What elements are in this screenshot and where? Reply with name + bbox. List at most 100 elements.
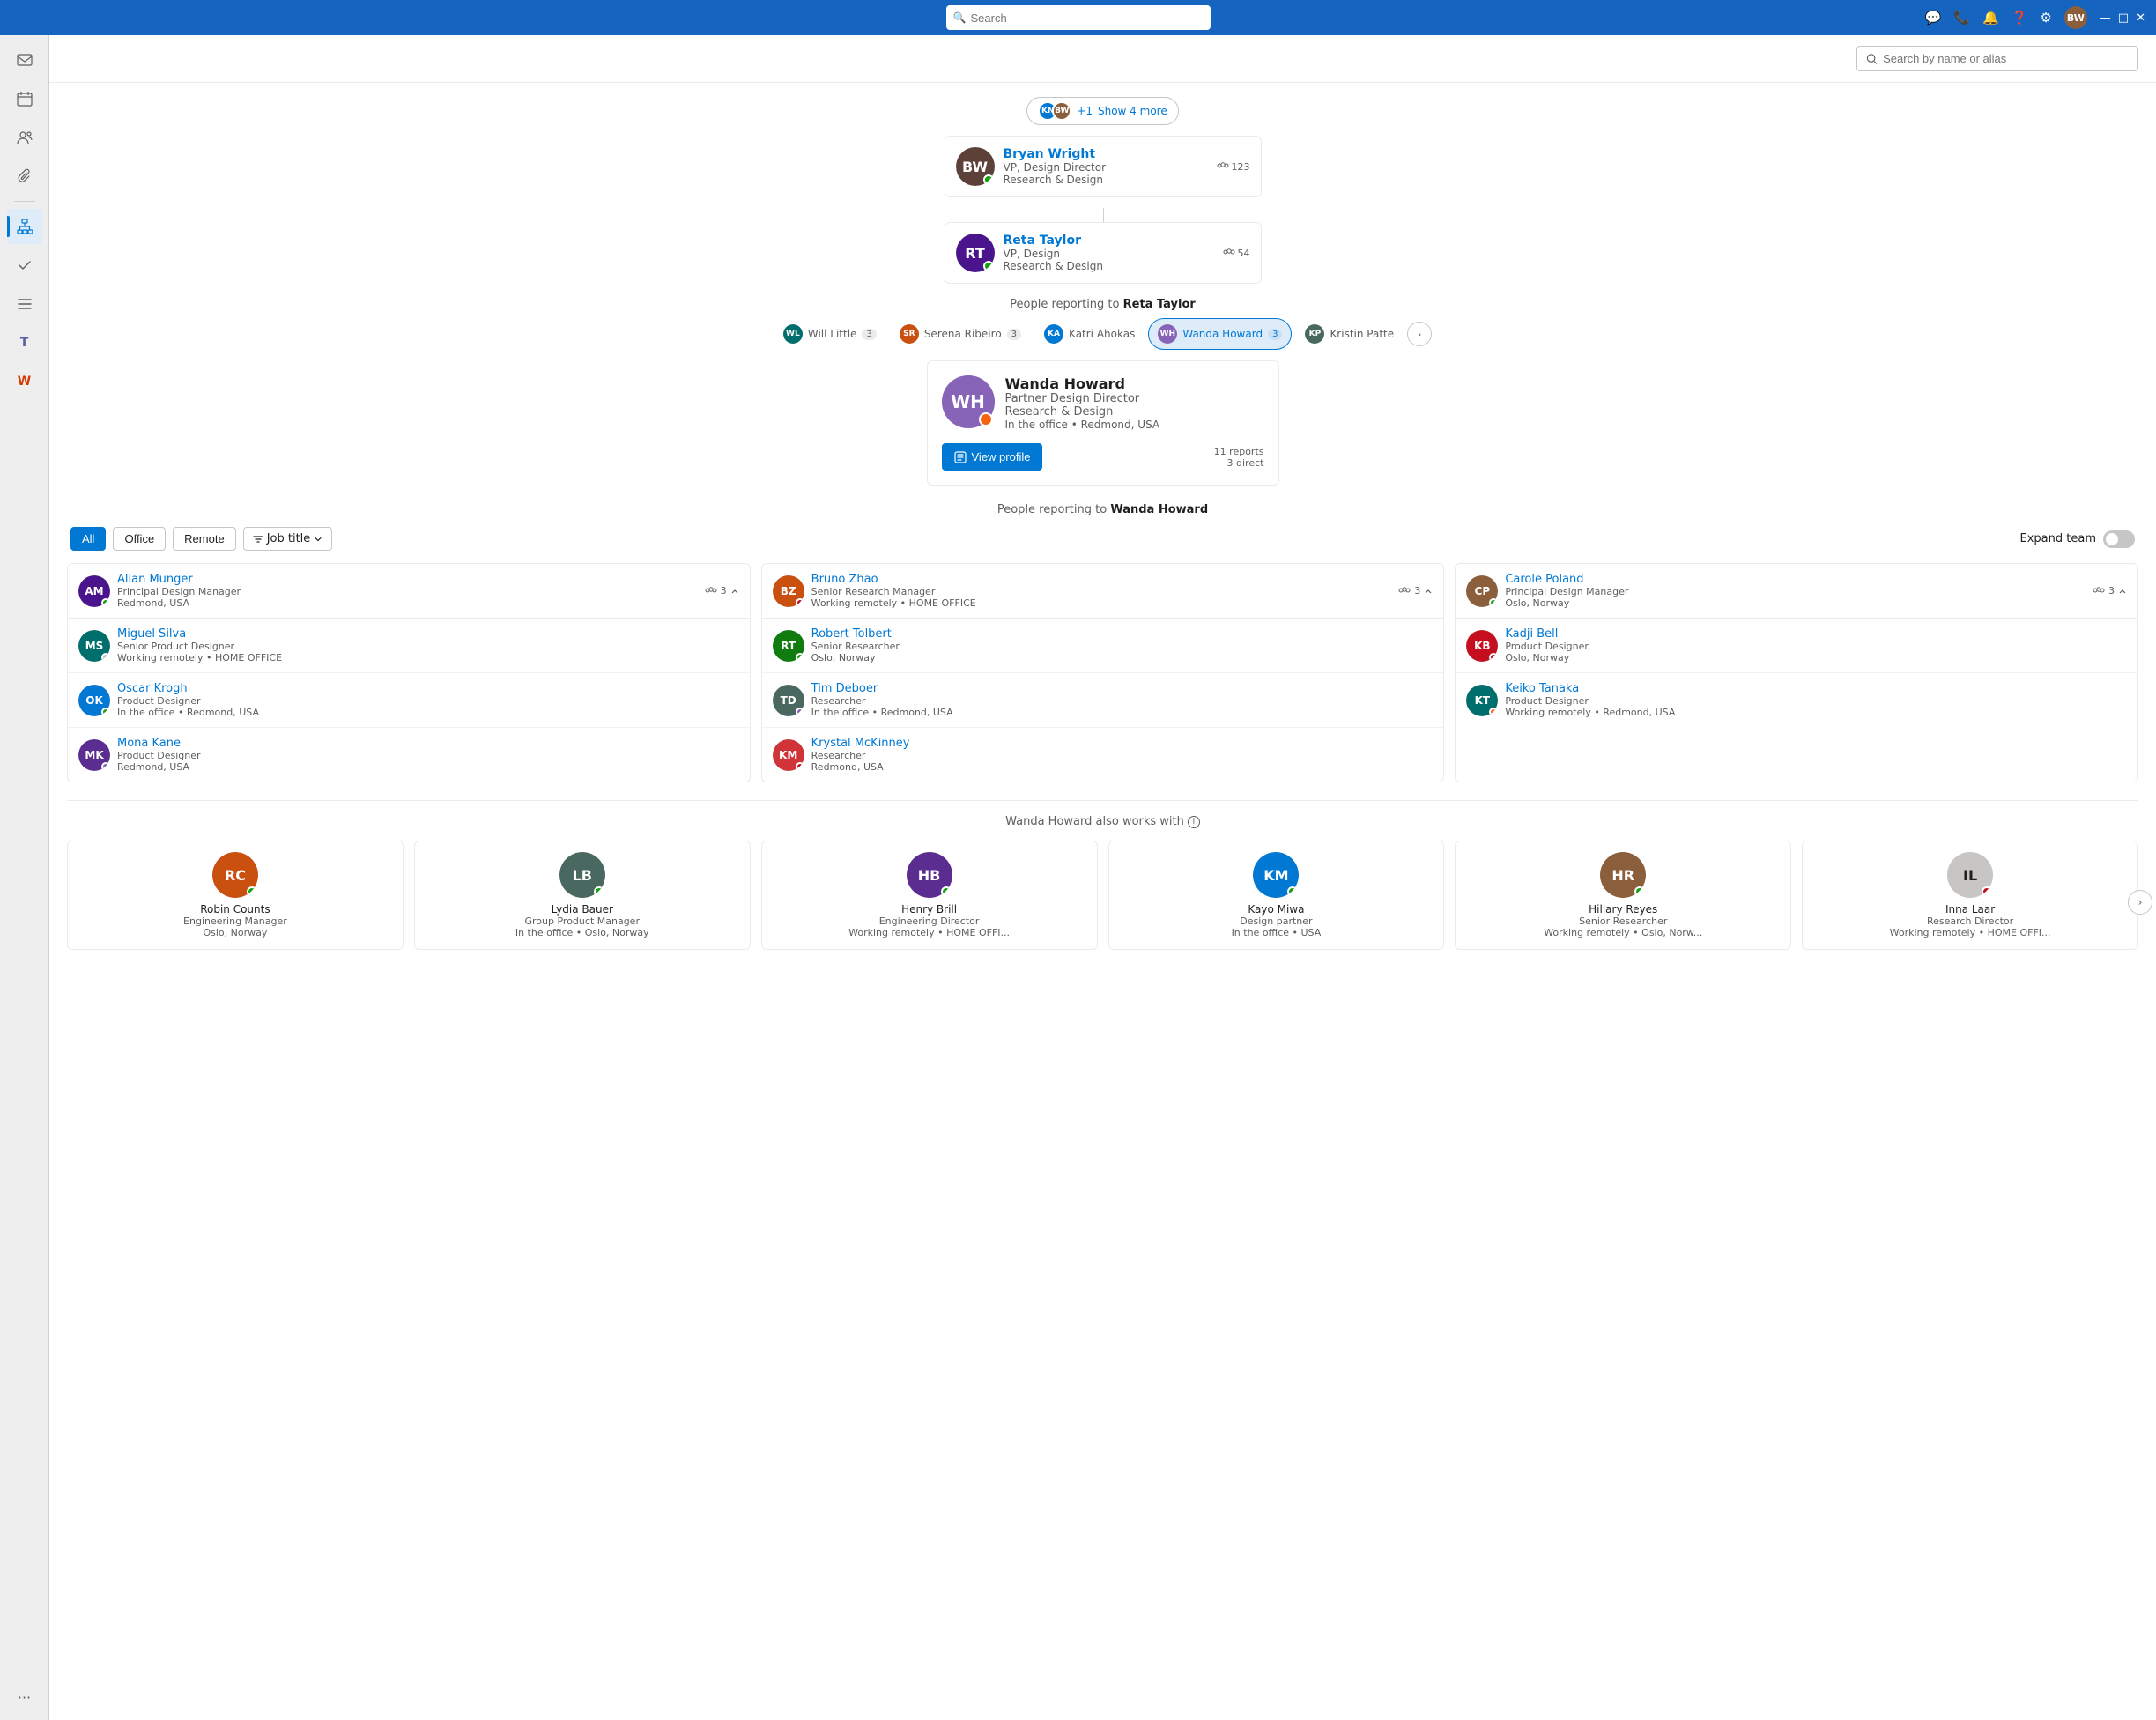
kristin-patte-avatar: KP (1305, 324, 1324, 344)
tab-wanda-howard[interactable]: WH Wanda Howard 3 (1148, 318, 1292, 350)
avatar-2: BW (1052, 101, 1071, 121)
bryan-wright-avatar: BW (956, 147, 995, 186)
job-title-label: Job title (267, 532, 311, 545)
member-name: Allan Munger (117, 573, 698, 586)
reta-taylor-card[interactable]: RT Reta Taylor VP, Design Research & Des… (945, 222, 1262, 284)
bryan-wright-card[interactable]: BW Bryan Wright VP, Design Director Rese… (945, 136, 1262, 197)
featured-card-top: WH Wanda Howard Partner Design Director … (942, 375, 1264, 431)
sidebar-item-lists[interactable] (7, 286, 42, 322)
team-member[interactable]: KB Kadji Bell Product Designer Oslo, Nor… (1456, 619, 2137, 673)
tab-label: Katri Ahokas (1069, 328, 1135, 340)
filter-icon (253, 534, 263, 545)
coworker-inna[interactable]: IL Inna Laar Research Director Working r… (1802, 841, 2138, 950)
sidebar-item-mail[interactable] (7, 42, 42, 78)
person-title: VP, Design (1004, 248, 1214, 260)
wanda-howard-featured-card: WH Wanda Howard Partner Design Director … (927, 360, 1279, 486)
more-tabs-button[interactable]: › (1407, 322, 1432, 346)
team-column-carole: CP Carole Poland Principal Design Manage… (1455, 563, 2138, 782)
person-reports: 123 (1217, 161, 1250, 173)
coworker-title: Engineering Director (879, 916, 980, 927)
search-by-name-container[interactable] (1856, 46, 2138, 71)
wanda-status-indicator (979, 412, 993, 426)
team-member[interactable]: MK Mona Kane Product Designer Redmond, U… (68, 728, 750, 782)
calls-icon[interactable]: 📞 (1953, 10, 1970, 26)
coworker-kayo[interactable]: KM Kayo Miwa Design partner In the offic… (1108, 841, 1445, 950)
member-location: Redmond, USA (811, 761, 1434, 773)
status-indicator (594, 886, 604, 897)
sidebar-item-calendar[interactable] (7, 81, 42, 116)
team-header-bruno[interactable]: BZ Bruno Zhao Senior Research Manager Wo… (762, 564, 1444, 619)
reporting-to-reta-label: People reporting to Reta Taylor (67, 298, 2138, 311)
help-icon[interactable]: ❓ (2012, 10, 2028, 26)
reporter-tabs: WL Will Little 3 SR Serena Ribeiro 3 KA (67, 318, 2138, 350)
coworker-location: Working remotely • Oslo, Norw... (1544, 927, 1702, 938)
member-location: In the office • Redmond, USA (811, 707, 1434, 718)
tab-serena-ribeiro[interactable]: SR Serena Ribeiro 3 (890, 318, 1031, 350)
member-title: Product Designer (117, 695, 739, 707)
coworker-name: Henry Brill (901, 903, 957, 916)
bell-icon[interactable]: 🔔 (1982, 10, 1999, 26)
sidebar-item-teams[interactable]: T (7, 325, 42, 360)
person-dept: Research & Design (1004, 260, 1214, 272)
coworker-next-button[interactable]: › (2128, 890, 2152, 915)
coworker-hillary[interactable]: HR Hillary Reyes Senior Researcher Worki… (1455, 841, 1791, 950)
search-by-name-input[interactable] (1883, 52, 2129, 65)
wanda-howard-avatar: WH (1158, 324, 1177, 344)
mona-avatar: MK (78, 739, 110, 771)
coworker-henry[interactable]: HB Henry Brill Engineering Director Work… (761, 841, 1098, 950)
person-dept: Research & Design (1004, 174, 1208, 186)
miguel-avatar: MS (78, 630, 110, 662)
filter-remote-button[interactable]: Remote (173, 527, 236, 551)
team-member[interactable]: KM Krystal McKinney Researcher Redmond, … (762, 728, 1444, 782)
team-member[interactable]: RT Robert Tolbert Senior Researcher Oslo… (762, 619, 1444, 673)
tab-will-little[interactable]: WL Will Little 3 (774, 318, 886, 350)
chat-icon[interactable]: 💬 (1925, 10, 1942, 26)
avatar[interactable]: BW (2064, 6, 2087, 29)
status-indicator (1634, 886, 1645, 897)
sidebar-item-org[interactable] (7, 209, 42, 244)
team-member[interactable]: KT Keiko Tanaka Product Designer Working… (1456, 673, 2137, 727)
show-more-count: +1 (1077, 105, 1093, 117)
coworker-lydia[interactable]: LB Lydia Bauer Group Product Manager In … (414, 841, 751, 950)
member-name: Oscar Krogh (117, 682, 739, 695)
filter-office-button[interactable]: Office (113, 527, 166, 551)
sidebar-more-button[interactable]: ··· (18, 1689, 31, 1706)
status-indicator (796, 762, 804, 771)
tab-katri-ahokas[interactable]: KA Katri Ahokas (1034, 318, 1145, 350)
member-name: Carole Poland (1505, 573, 2086, 586)
featured-card-bottom: View profile 11 reports 3 direct (942, 443, 1264, 471)
status-indicator (983, 174, 994, 185)
team-member[interactable]: TD Tim Deboer Researcher In the office •… (762, 673, 1444, 728)
team-header-allan[interactable]: AM Allan Munger Principal Design Manager… (68, 564, 750, 619)
filter-all-button[interactable]: All (70, 527, 106, 551)
info-icon[interactable]: i (1188, 816, 1200, 828)
team-column-bruno: BZ Bruno Zhao Senior Research Manager Wo… (761, 563, 1445, 782)
lydia-avatar: LB (559, 852, 605, 898)
allan-avatar: AM (78, 575, 110, 607)
settings-icon[interactable]: ⚙ (2040, 10, 2051, 26)
tab-count: 3 (862, 329, 876, 340)
status-indicator (796, 653, 804, 662)
expand-team-toggle[interactable] (2103, 530, 2135, 548)
show-more-button[interactable]: KN BW +1 Show 4 more (1026, 97, 1178, 125)
close-button[interactable]: ✕ (2136, 11, 2145, 25)
tab-kristin-patte[interactable]: KP Kristin Patte (1295, 318, 1404, 350)
filter-job-title-button[interactable]: Job title (243, 527, 333, 551)
team-member[interactable]: OK Oscar Krogh Product Designer In the o… (68, 673, 750, 728)
maximize-button[interactable]: □ (2118, 11, 2129, 25)
minimize-button[interactable]: — (2100, 11, 2111, 25)
team-member[interactable]: MS Miguel Silva Senior Product Designer … (68, 619, 750, 673)
person-name: Bryan Wright (1004, 147, 1208, 161)
coworker-location: In the office • Oslo, Norway (515, 927, 649, 938)
sidebar-item-tasks[interactable] (7, 248, 42, 283)
sidebar-item-attach[interactable] (7, 159, 42, 194)
sidebar-item-word[interactable]: W (7, 364, 42, 399)
team-header-carole[interactable]: CP Carole Poland Principal Design Manage… (1456, 564, 2137, 619)
sidebar-item-people[interactable] (7, 120, 42, 155)
view-profile-button[interactable]: View profile (942, 443, 1043, 471)
tab-label: Will Little (808, 328, 857, 340)
member-name: Krystal McKinney (811, 737, 1434, 750)
titlebar-search-input[interactable] (946, 5, 1211, 30)
header-reports: 3 (1398, 585, 1433, 597)
coworker-robin[interactable]: RC Robin Counts Engineering Manager Oslo… (67, 841, 404, 950)
